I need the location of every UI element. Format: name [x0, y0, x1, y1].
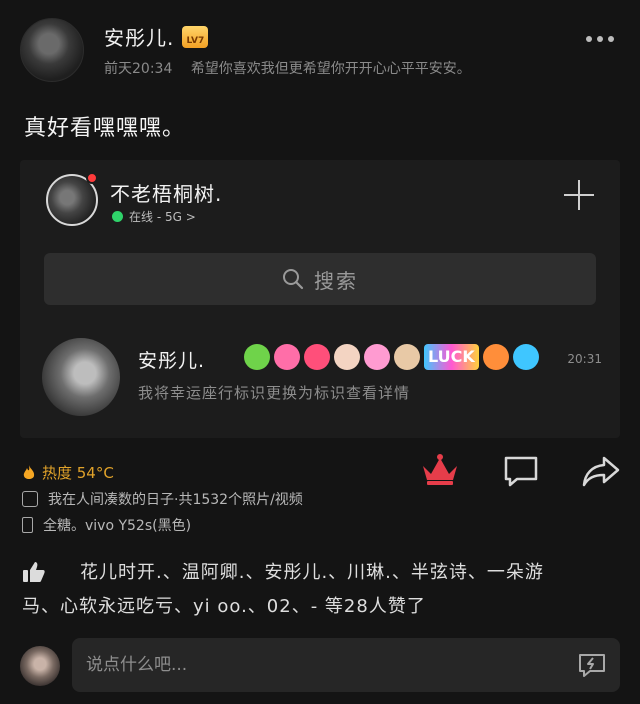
post-timestamp: 前天20:34	[104, 61, 173, 77]
emoji-icon[interactable]	[578, 653, 606, 677]
notification-dot-icon	[86, 172, 98, 184]
thumbs-up-icon	[23, 562, 45, 582]
chat-status-icons: LUCK	[244, 344, 539, 370]
heat-label: 热度 54°C	[42, 464, 114, 482]
album-icon	[22, 491, 38, 507]
more-icon[interactable]	[586, 36, 614, 42]
thumbs-icon	[482, 344, 509, 370]
user-avatar	[20, 646, 60, 686]
search-bar: 搜索	[44, 253, 596, 305]
chat-list-item: 安彤儿. LUCK 20:31 我将幸运座行标识更换为标识查看详情	[42, 338, 602, 418]
online-dot-icon	[112, 211, 123, 222]
dumbbell-icon	[244, 344, 270, 370]
pink-flower-icon	[364, 344, 390, 370]
contact-name: 不老梧桐树.	[110, 182, 223, 206]
phone-icon	[22, 517, 33, 533]
chat-avatar	[42, 338, 120, 416]
comment-input[interactable]	[72, 638, 620, 692]
comment-button[interactable]	[503, 455, 539, 487]
status-text: 在线 - 5G >	[129, 210, 196, 224]
girl-icon	[334, 344, 360, 370]
luck-badge-icon: LUCK	[424, 344, 479, 370]
author-avatar[interactable]	[20, 18, 84, 82]
chat-time: 20:31	[567, 352, 602, 366]
comment-bar	[20, 638, 620, 692]
gift-button[interactable]	[421, 452, 459, 486]
device-label: 全糖。vivo Y52s(黑色)	[43, 518, 192, 534]
fire-icon	[23, 464, 35, 479]
album-label: 我在人间凑数的日子·共1532个照片/视频	[48, 492, 303, 508]
search-icon	[283, 269, 304, 290]
author-name[interactable]: 安彤儿.	[104, 22, 174, 51]
post-image-screenshot[interactable]: 不老梧桐树. 在线 - 5G > 搜索 安彤儿. LUCK 20:31 我将幸运…	[20, 160, 620, 438]
level-badge-icon: LV7	[182, 25, 209, 48]
author-row: 安彤儿. LV7	[104, 22, 209, 51]
device-row: 全糖。vivo Y52s(黑色)	[22, 515, 191, 535]
heat-row: 热度 54°C	[22, 462, 114, 483]
post-header: 安彤儿. LV7 前天20:34 希望你喜欢我但更希望你开开心心平平安安。	[20, 18, 620, 86]
share-button[interactable]	[582, 455, 620, 487]
chat-preview: 我将幸运座行标识更换为标识查看详情	[138, 384, 411, 402]
wave-icon	[512, 344, 539, 370]
author-signature: 希望你喜欢我但更希望你开开心心平平安安。	[190, 61, 471, 77]
likes-names-line2[interactable]: 马、心软永远吃亏、yi oo.、02、- 等28人赞了	[22, 590, 622, 624]
boy-icon	[394, 344, 420, 370]
post-meta: 前天20:34 希望你喜欢我但更希望你开开心心平平安安。	[104, 58, 471, 78]
flower-icon	[274, 344, 300, 370]
plus-icon	[562, 178, 596, 212]
post-text: 真好看嘿嘿嘿。	[24, 116, 186, 141]
album-row[interactable]: 我在人间凑数的日子·共1532个照片/视频	[22, 489, 303, 509]
likes-names-line1[interactable]: 花儿时开.、温阿卿.、安彤儿.、川琳.、半弦诗、一朵游	[80, 556, 620, 590]
contact-status: 在线 - 5G >	[112, 208, 196, 225]
chat-name: 安彤儿.	[138, 350, 206, 372]
heart-icon	[304, 344, 330, 370]
search-label: 搜索	[314, 268, 358, 293]
